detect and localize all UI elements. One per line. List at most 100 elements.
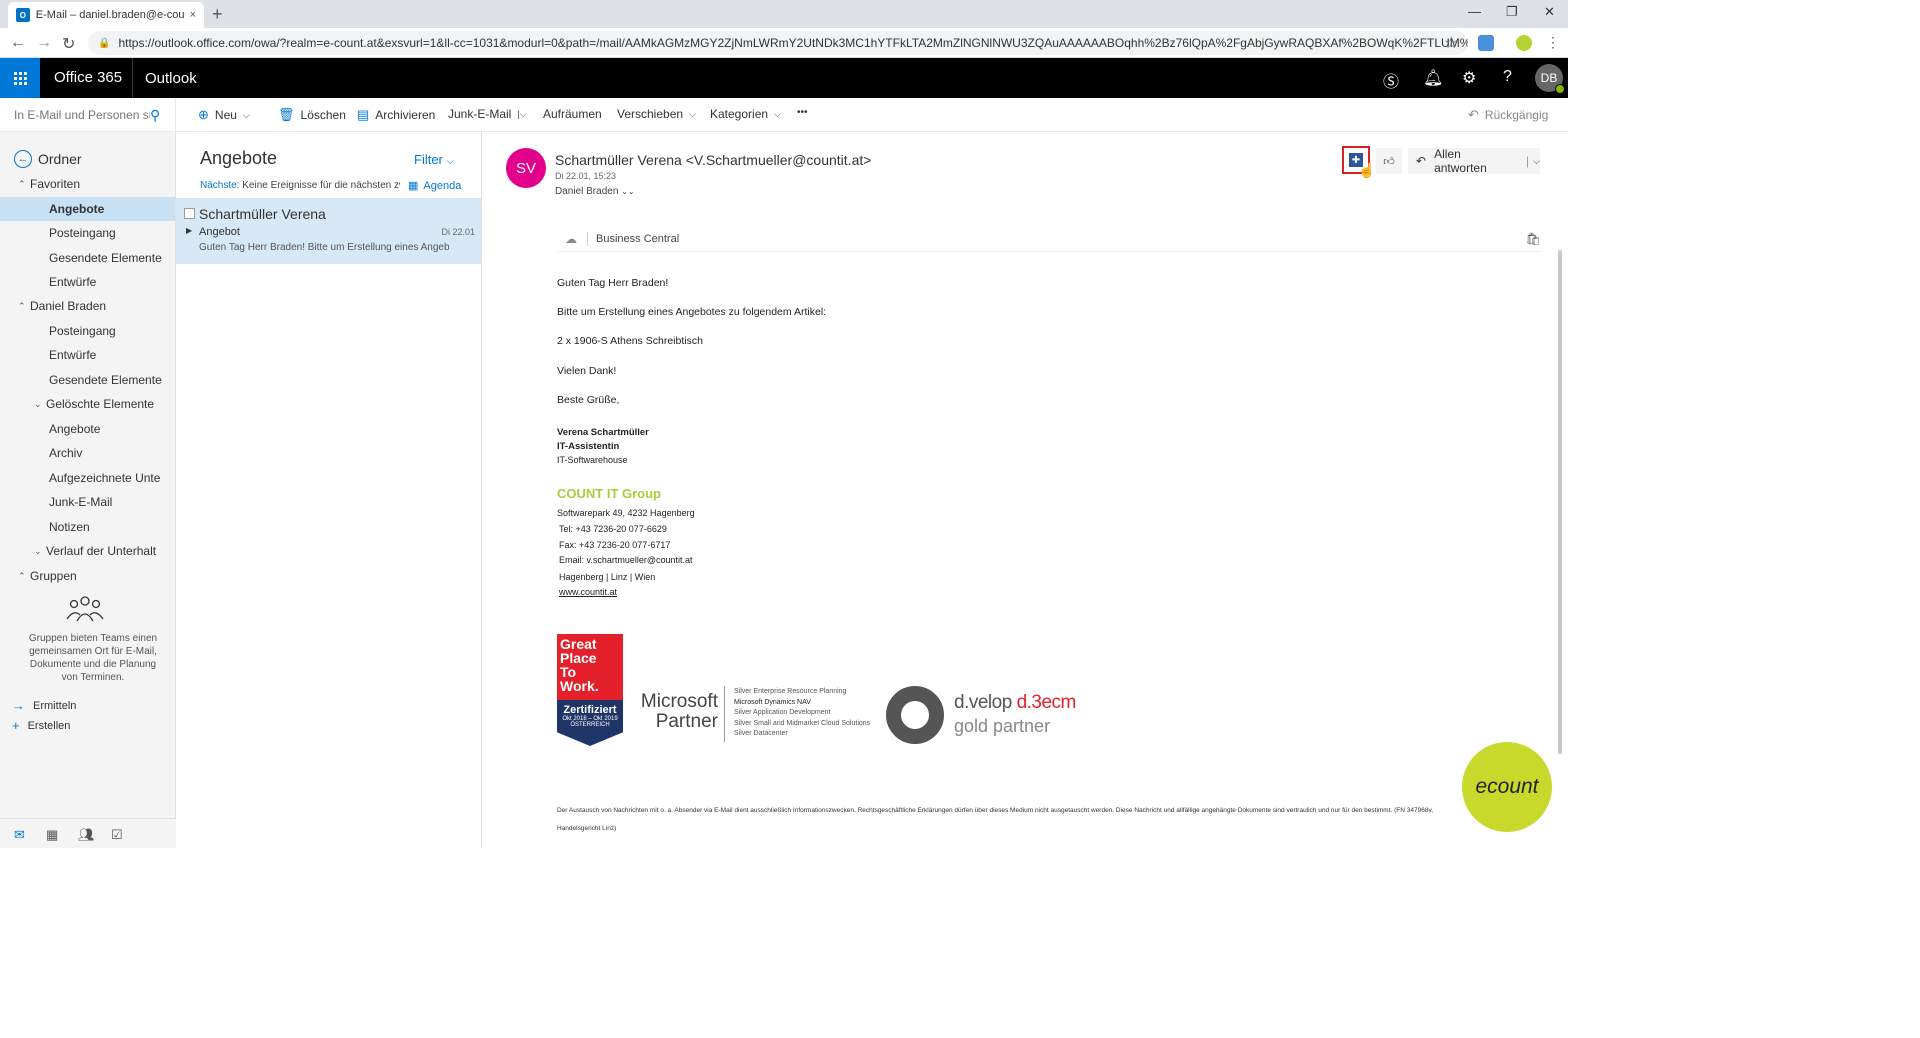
suite-brand[interactable]: Office 365 <box>54 69 122 86</box>
folder-item-angebote[interactable]: Angebote <box>0 197 175 221</box>
message-item[interactable]: Schartmüller Verena ▶ Angebot Di 22.01 G… <box>176 198 481 264</box>
dvelop-product: d.3ecm <box>1016 692 1077 713</box>
recipients[interactable]: Daniel Braden ⌄⌄ <box>555 186 635 197</box>
partner-divider <box>724 686 725 742</box>
forward-icon[interactable]: → <box>36 34 52 52</box>
folder-item-posteingang[interactable]: Posteingang <box>0 319 175 343</box>
caret-down-icon[interactable]: ⌄ <box>34 399 46 410</box>
help-icon[interactable]: ? <box>1503 68 1512 86</box>
folder-item-gesendete[interactable]: Gesendete Elemente <box>0 368 175 392</box>
expand-recipients-icon[interactable]: ⌄⌄ <box>621 187 634 196</box>
agenda-button[interactable]: ▦ Agenda <box>408 179 461 193</box>
folder-group-groups[interactable]: ⌃ Gruppen <box>0 564 175 588</box>
company-website-link[interactable]: www.countit.at <box>559 587 617 597</box>
junk-button[interactable]: Junk-E-Mail |⌵ <box>448 107 527 121</box>
address-bar[interactable]: 🔒 https://outlook.office.com/owa/?realm=… <box>88 31 1468 55</box>
folder-header[interactable]: ← Ordner <box>14 150 82 168</box>
reload-icon[interactable]: ↻ <box>62 34 75 54</box>
sig-name: Verena Schartmüller <box>557 427 649 438</box>
folder-item-angebote[interactable]: Angebote <box>0 417 175 441</box>
new-button[interactable]: ⊕ Neu ⌵ <box>198 107 250 123</box>
caret-up-icon: ⌃ <box>18 178 26 189</box>
search-input[interactable] <box>14 108 150 122</box>
delete-button[interactable]: 🗑︎ Löschen <box>278 107 346 123</box>
chevron-down-icon: ⌵ <box>446 156 455 167</box>
notifications-bell-icon[interactable]: 🔔︎ <box>1423 68 1443 88</box>
more-actions-button[interactable]: ••• <box>797 107 808 118</box>
chevron-down-icon[interactable]: ⌵ <box>1533 156 1540 167</box>
reading-scrollbar[interactable] <box>1558 250 1562 754</box>
window-close-icon[interactable]: ✕ <box>1544 4 1555 20</box>
tab-title: E-Mail – daniel.braden@e-count… <box>35 9 184 21</box>
message-checkbox[interactable] <box>184 208 195 219</box>
filter-button[interactable]: Filter ⌵ <box>414 152 454 167</box>
calendar-icon[interactable]: ▦ <box>46 827 58 843</box>
people-icon[interactable]: 👥︎ <box>78 827 95 843</box>
folder-item-entwuerfe[interactable]: Entwürfe <box>0 270 175 294</box>
folder-label: Archiv <box>49 446 83 460</box>
folder-item-gesendete[interactable]: Gesendete Elemente <box>0 246 175 270</box>
sender-avatar[interactable]: SV <box>506 148 546 188</box>
new-tab-button[interactable]: + <box>212 4 223 25</box>
undo-button[interactable]: ↶ Rückgängig <box>1468 107 1548 123</box>
user-avatar[interactable]: DB <box>1535 64 1565 94</box>
folder-pane: ← Ordner ⌃ Favoriten Angebote Posteingang… <box>0 132 176 848</box>
app-launcher-icon[interactable] <box>0 58 40 98</box>
browser-tab-strip: O E-Mail – daniel.braden@e-count… × + — … <box>0 0 1568 28</box>
restore-icon[interactable]: ❐ <box>1506 4 1518 20</box>
back-icon[interactable]: ← <box>10 34 26 52</box>
app-name[interactable]: Outlook <box>132 58 197 98</box>
undo-label: Rückgängig <box>1484 108 1549 122</box>
folder-label: Gesendete Elemente <box>49 251 162 265</box>
presence-status-icon <box>1555 84 1565 94</box>
browser-menu-icon[interactable]: ⋮ <box>1546 34 1560 51</box>
message-datetime: Di 22.01, 15:23 <box>555 171 617 181</box>
store-bag-icon[interactable]: 🛍︎ <box>1526 232 1541 246</box>
folder-item-entwuerfe[interactable]: Entwürfe <box>0 343 175 367</box>
folder-item-posteingang[interactable]: Posteingang <box>0 221 175 245</box>
profile-icon[interactable] <box>1516 35 1532 51</box>
minimize-icon[interactable]: — <box>1468 4 1481 19</box>
chevron-down-icon[interactable]: |⌵ <box>517 109 526 120</box>
delete-label: Löschen <box>300 108 346 122</box>
folder-label: Entwürfe <box>49 348 97 362</box>
chevron-down-icon[interactable]: ⌵ <box>243 110 250 121</box>
sweep-button[interactable]: Aufräumen <box>543 107 602 121</box>
folder-group-favorites[interactable]: ⌃ Favoriten <box>0 172 175 196</box>
folder-item-archiv[interactable]: Archiv <box>0 441 175 465</box>
folder-item-aufgezeichnete[interactable]: Aufgezeichnete Unte <box>0 466 175 490</box>
collapse-arrow-icon[interactable]: ← <box>14 150 32 168</box>
reply-all-button[interactable]: ↶ Allen antworten | ⌵ <box>1408 147 1540 175</box>
categories-button[interactable]: Kategorien ⌵ <box>710 107 781 121</box>
skype-icon[interactable]: Ⓢ <box>1383 68 1399 92</box>
tasks-icon[interactable]: ☑ <box>111 827 123 843</box>
create-group-link[interactable]: + Erstellen <box>12 718 70 733</box>
expand-conversation-icon[interactable]: ▶ <box>186 226 192 235</box>
groups-people-icon <box>66 596 104 622</box>
folder-group-account[interactable]: ⌃ Daniel Braden <box>0 294 175 318</box>
company-email[interactable]: Email: v.schartmueller@countit.at <box>559 555 693 565</box>
command-bar: ⚲ ⊕ Neu ⌵ 🗑︎ Löschen ▤ Archivieren Junk-… <box>0 98 1568 132</box>
bookmark-star-icon[interactable]: ☆ <box>1444 33 1458 53</box>
browser-toolbar: ← → ↻ 🔒 https://outlook.office.com/owa/?… <box>0 28 1568 58</box>
gptw-line: Work. <box>560 678 599 694</box>
settings-gear-icon[interactable]: ⚙ <box>1462 68 1476 88</box>
mail-icon[interactable]: ✉ <box>14 827 25 843</box>
move-button[interactable]: Verschieben ⌵ <box>617 107 696 121</box>
search-icon[interactable]: ⚲ <box>150 107 160 124</box>
search-box[interactable]: ⚲ <box>0 98 176 132</box>
archive-button[interactable]: ▤ Archivieren <box>357 107 435 123</box>
discover-groups-link[interactable]: → Ermitteln <box>12 698 76 713</box>
ms-partner-line: Microsoft <box>640 691 718 712</box>
folder-item-notizen[interactable]: Notizen <box>0 515 175 539</box>
extension-icon[interactable] <box>1478 35 1494 51</box>
folder-item-verlauf[interactable]: ⌄ Verlauf der Unterhalt <box>0 539 175 563</box>
browser-tab[interactable]: O E-Mail – daniel.braden@e-count… × <box>8 2 204 28</box>
caret-down-icon[interactable]: ⌄ <box>34 546 46 557</box>
like-button[interactable]: 👍︎ <box>1376 148 1402 174</box>
folder-item-geloeschte[interactable]: ⌄ Gelöschte Elemente <box>0 392 175 416</box>
sender-name[interactable]: Schartmüller Verena <V.Schartmueller@cou… <box>555 152 871 168</box>
folder-item-junk[interactable]: Junk-E-Mail <box>0 490 175 514</box>
addin-name[interactable]: Business Central <box>596 233 679 245</box>
tab-close-icon[interactable]: × <box>190 9 196 21</box>
